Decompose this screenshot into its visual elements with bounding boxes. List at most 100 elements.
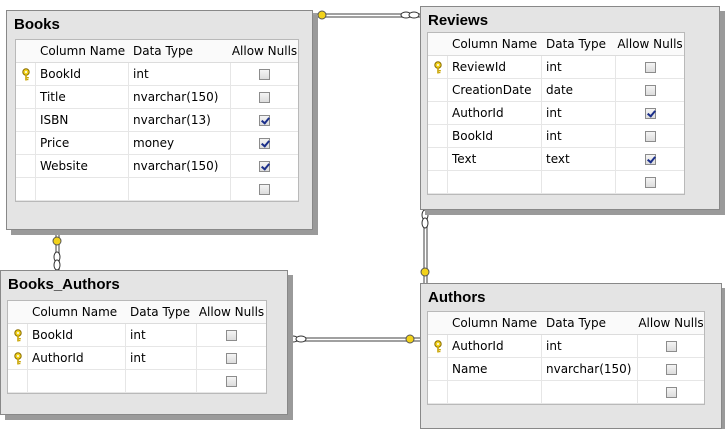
allow-nulls-checkbox[interactable] [665,363,677,375]
table-title: Books_Authors [8,276,120,293]
header-column-name: Column Name [452,316,538,330]
header-column-name: Column Name [452,37,538,51]
allow-nulls-checkbox[interactable] [259,68,270,80]
column-name-cell[interactable]: AuthorId [28,347,126,369]
data-type-cell[interactable]: nvarchar(150) [129,86,231,108]
table-row[interactable]: CreationDate date [428,79,684,102]
relationship-books-reviews[interactable] [313,10,420,20]
header-column-name: Column Name [40,44,126,58]
table-row[interactable] [16,178,298,201]
table-books-authors[interactable]: Books_Authors Column Name Data Type Allow … [0,270,288,415]
allow-nulls-checkbox[interactable] [644,130,656,142]
table-row[interactable]: BookId int [8,324,266,347]
row-selector [8,370,28,392]
table-row[interactable]: Title nvarchar(150) [16,86,298,109]
column-name-cell[interactable]: ISBN [36,109,129,131]
row-selector [428,125,448,147]
allow-nulls-checkbox[interactable] [259,91,270,103]
key-end-icon [317,10,327,20]
allow-nulls-checkbox[interactable] [259,183,270,195]
column-name-cell[interactable] [36,178,129,200]
data-type-cell[interactable] [542,171,616,193]
table-authors[interactable]: Authors Column Name Data Type Allow Nulls A… [420,283,722,429]
column-name-cell[interactable]: BookId [36,63,129,85]
table-row[interactable]: Name nvarchar(150) [428,358,704,381]
row-selector [16,109,36,131]
table-books[interactable]: Books Column Name Data Type Allow Nulls Boo… [6,10,313,230]
table-row[interactable]: BookId int [16,63,298,86]
allow-nulls-checkbox[interactable] [226,329,237,341]
column-name-cell[interactable] [28,370,126,392]
allow-nulls-checkbox[interactable] [259,114,270,126]
column-grid: Column Name Data Type Allow Nulls AuthorId i… [427,311,705,405]
table-row[interactable]: BookId int [428,125,684,148]
relationship-books-booksauthors[interactable] [52,230,62,272]
primary-key-icon [428,56,448,78]
allow-nulls-checkbox[interactable] [665,340,677,352]
table-row[interactable] [428,381,704,404]
data-type-cell[interactable]: int [542,335,638,357]
table-row[interactable] [428,171,684,194]
column-name-cell[interactable]: ReviewId [448,56,542,78]
data-type-cell[interactable]: int [129,63,231,85]
table-reviews[interactable]: Reviews Column Name Data Type Allow Nulls R… [420,6,720,210]
table-row[interactable]: Website nvarchar(150) [16,155,298,178]
column-grid: Column Name Data Type Allow Nulls BookId int… [15,39,299,202]
header-column-name: Column Name [32,305,118,319]
row-selector [428,79,448,101]
column-name-cell[interactable]: CreationDate [448,79,542,101]
table-row[interactable]: ISBN nvarchar(13) [16,109,298,132]
data-type-cell[interactable]: int [126,347,197,369]
table-row[interactable]: AuthorId int [428,335,704,358]
allow-nulls-checkbox[interactable] [665,386,677,398]
data-type-cell[interactable]: text [542,148,616,170]
column-name-cell[interactable]: AuthorId [448,102,542,124]
data-type-cell[interactable]: nvarchar(150) [542,358,638,380]
column-grid: Column Name Data Type Allow Nulls BookId int… [7,300,267,394]
data-type-cell[interactable] [542,381,638,403]
relationship-reviews-authors[interactable] [420,209,430,283]
row-selector [428,358,448,380]
data-type-cell[interactable]: int [542,56,616,78]
data-type-cell[interactable]: int [126,324,197,346]
row-selector [428,102,448,124]
allow-nulls-checkbox[interactable] [226,352,237,364]
column-name-cell[interactable]: AuthorId [448,335,542,357]
allow-nulls-checkbox[interactable] [644,61,656,73]
data-type-cell[interactable]: nvarchar(13) [129,109,231,131]
allow-nulls-checkbox[interactable] [226,375,237,387]
column-name-cell[interactable] [448,381,542,403]
table-row[interactable]: AuthorId int [8,347,266,370]
primary-key-icon [8,324,28,346]
key-end-icon [405,334,415,344]
data-type-cell[interactable]: nvarchar(150) [129,155,231,177]
column-name-cell[interactable]: Name [448,358,542,380]
column-name-cell[interactable]: Website [36,155,129,177]
data-type-cell[interactable]: int [542,102,616,124]
row-selector [428,171,448,193]
data-type-cell[interactable]: money [129,132,231,154]
column-name-cell[interactable]: BookId [28,324,126,346]
data-type-cell[interactable] [126,370,197,392]
allow-nulls-checkbox[interactable] [644,153,656,165]
allow-nulls-checkbox[interactable] [259,160,270,172]
column-name-cell[interactable]: Title [36,86,129,108]
data-type-cell[interactable] [129,178,231,200]
table-row[interactable]: Price money [16,132,298,155]
table-row[interactable]: AuthorId int [428,102,684,125]
data-type-cell[interactable]: date [542,79,616,101]
allow-nulls-checkbox[interactable] [644,84,656,96]
data-type-cell[interactable]: int [542,125,616,147]
table-row[interactable] [8,370,266,393]
relationship-booksauthors-authors[interactable] [287,334,420,344]
column-name-cell[interactable] [448,171,542,193]
column-name-cell[interactable]: BookId [448,125,542,147]
table-row[interactable]: ReviewId int [428,56,684,79]
column-header-row: Column Name Data Type Allow Nulls [16,40,298,63]
table-row[interactable]: Text text [428,148,684,171]
column-name-cell[interactable]: Price [36,132,129,154]
allow-nulls-checkbox[interactable] [259,137,270,149]
allow-nulls-checkbox[interactable] [644,107,656,119]
column-name-cell[interactable]: Text [448,148,542,170]
allow-nulls-checkbox[interactable] [644,176,656,188]
